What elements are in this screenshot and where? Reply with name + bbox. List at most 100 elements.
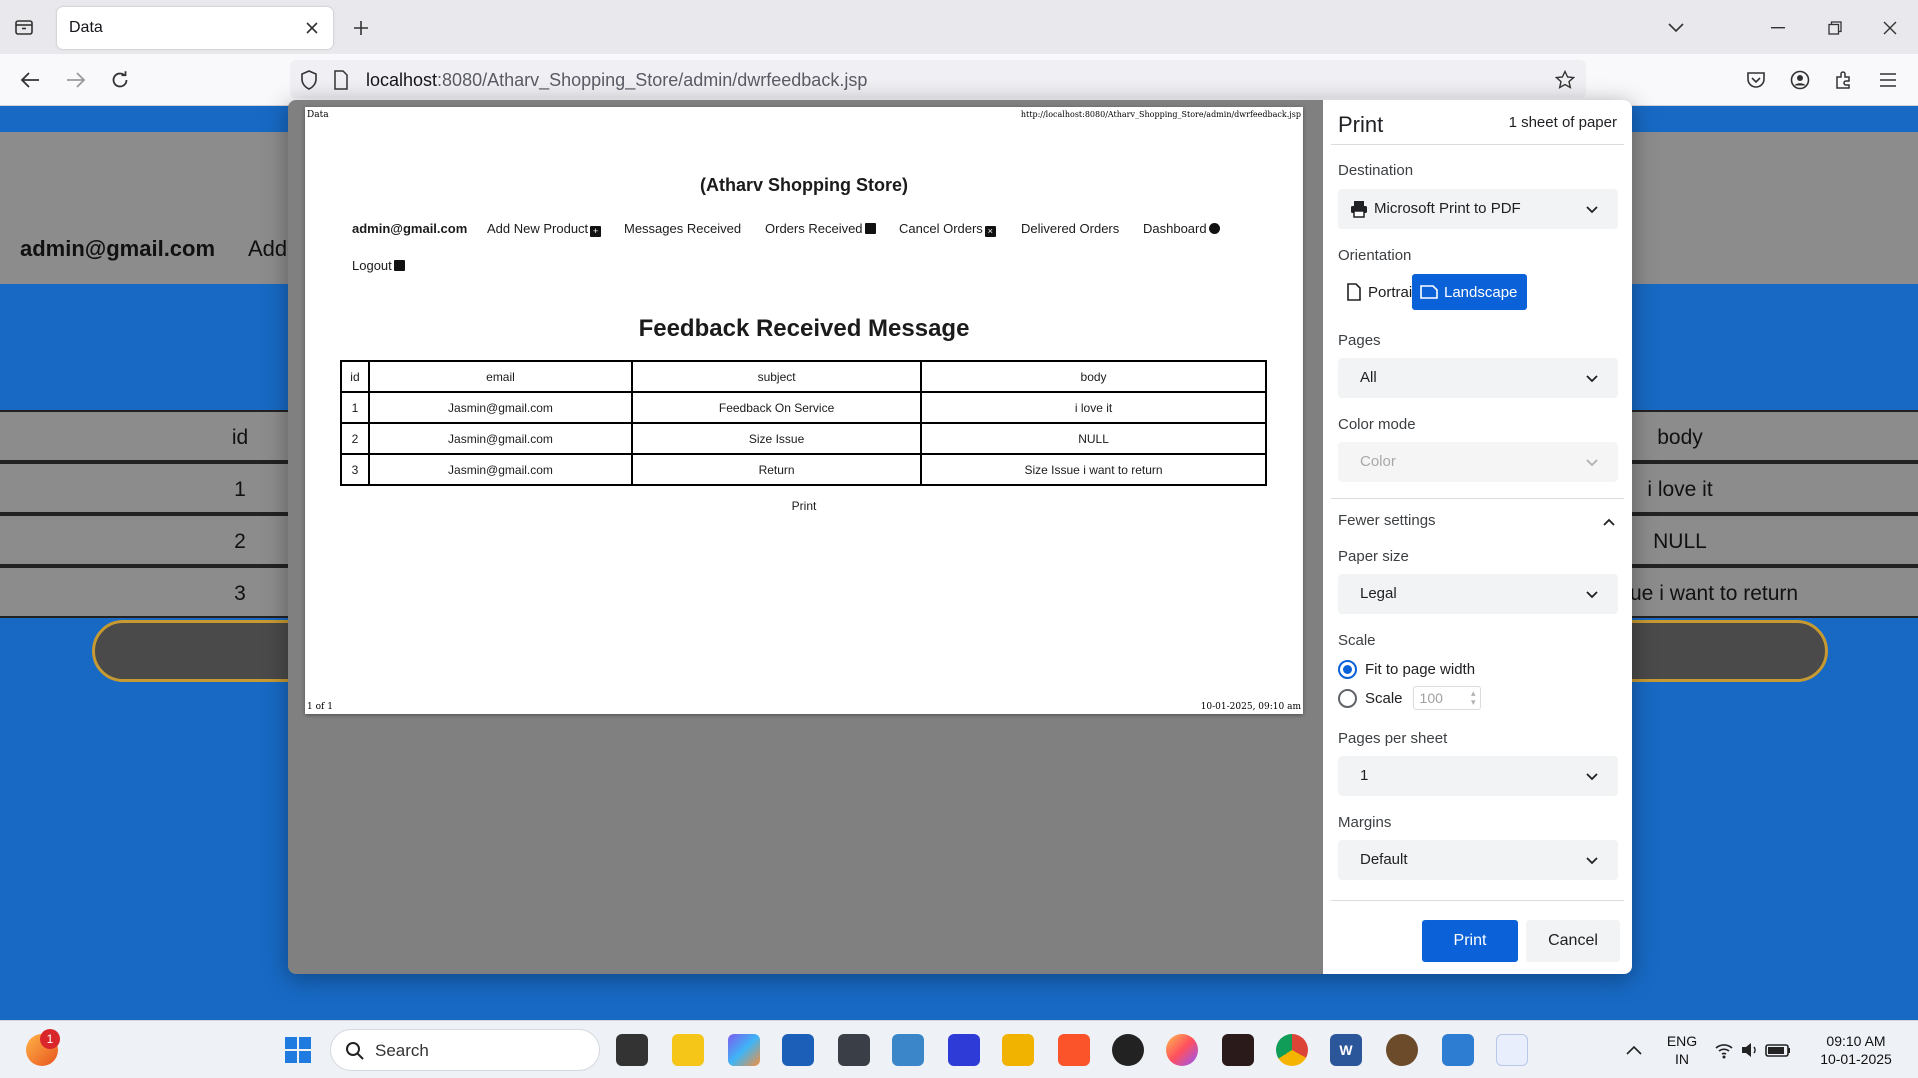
close-window-icon[interactable] xyxy=(1876,14,1904,42)
tab-overflow-chevron-icon[interactable] xyxy=(1662,14,1690,42)
wifi-volume-battery-icon xyxy=(1715,1043,1790,1059)
address-bar[interactable]: localhost:8080/Atharv_Shopping_Store/adm… xyxy=(290,60,1586,98)
minimize-icon[interactable] xyxy=(1764,14,1792,42)
col-subject: subject xyxy=(631,360,923,393)
box-icon xyxy=(864,223,876,234)
scale-input-value: 100 xyxy=(1419,690,1443,706)
lang-line-2: IN xyxy=(1675,1051,1689,1067)
print-button[interactable]: Print xyxy=(1422,920,1518,962)
fewer-settings-label: Fewer settings xyxy=(1338,512,1436,529)
pages-per-sheet-value: 1 xyxy=(1360,767,1369,784)
restore-icon[interactable] xyxy=(1821,14,1849,42)
preview-nav-label: Add New Product xyxy=(487,221,589,236)
app-code-icon[interactable] xyxy=(948,1034,980,1066)
portrait-page-icon xyxy=(1347,283,1361,301)
word-icon[interactable]: W xyxy=(1330,1034,1362,1066)
preview-nav-add-product: Add New Product + xyxy=(487,221,602,237)
pages-label: Pages xyxy=(1338,332,1381,349)
radio-selected-icon xyxy=(1338,660,1357,679)
tab-title: Data xyxy=(69,19,103,36)
chevron-down-icon xyxy=(1586,857,1598,865)
system-tray-status[interactable] xyxy=(1714,1034,1794,1066)
notepad-icon[interactable] xyxy=(1442,1034,1474,1066)
preview-nav-cancel: Cancel Orders × xyxy=(899,221,996,237)
paper-size-select[interactable]: Legal xyxy=(1338,574,1618,614)
fit-to-width-option[interactable]: Fit to page width xyxy=(1338,660,1475,679)
scale-option-label: Scale xyxy=(1365,689,1403,707)
lang-line-1: ENG xyxy=(1666,1033,1698,1049)
show-hidden-icons-chevron-icon[interactable] xyxy=(1618,1034,1650,1066)
printer-icon xyxy=(1351,201,1367,218)
bg-col-id: id xyxy=(231,426,249,449)
gauge-icon xyxy=(1208,223,1220,234)
paper-size-value: Legal xyxy=(1360,585,1397,602)
cell-subject: Return xyxy=(631,453,923,486)
cell-subject: Size Issue xyxy=(631,422,923,455)
app-cube-icon[interactable] xyxy=(838,1034,870,1066)
margins-select[interactable]: Default xyxy=(1338,840,1618,880)
search-placeholder: Search xyxy=(375,1041,429,1060)
destination-value: Microsoft Print to PDF xyxy=(1374,200,1521,217)
col-id: id xyxy=(340,360,370,393)
scale-input[interactable]: 100 ▴ ▾ xyxy=(1412,686,1481,710)
windows-start-icon[interactable] xyxy=(282,1034,314,1066)
task-view-icon[interactable] xyxy=(616,1034,648,1066)
fewer-settings-toggle[interactable]: Fewer settings xyxy=(1323,508,1632,538)
chevron-down-icon xyxy=(1586,375,1598,383)
tab-list-icon[interactable] xyxy=(12,15,36,39)
pages-per-sheet-select[interactable]: 1 xyxy=(1338,756,1618,796)
preview-header-url: http://localhost:8080/Atharv_Shopping_St… xyxy=(1020,110,1301,119)
widgets-icon[interactable] xyxy=(672,1034,704,1066)
chevron-up-icon xyxy=(1603,518,1615,526)
reload-icon[interactable] xyxy=(106,66,134,94)
browser-tab[interactable]: Data xyxy=(57,7,333,49)
file-explorer-icon[interactable] xyxy=(1002,1034,1034,1066)
clock[interactable]: 09:10 AM 10-01-2025 xyxy=(1808,1032,1904,1068)
divider xyxy=(1331,144,1624,145)
destination-select[interactable]: Microsoft Print to PDF xyxy=(1338,189,1618,229)
valorant-icon[interactable] xyxy=(1222,1034,1254,1066)
cell-subject: Feedback On Service xyxy=(631,391,923,424)
new-tab-icon[interactable] xyxy=(348,15,374,41)
close-tab-icon[interactable] xyxy=(301,17,323,39)
feedback-table: id email subject body 1 Jasmin@gmail.com… xyxy=(340,360,1267,486)
extensions-icon[interactable] xyxy=(1830,66,1858,94)
feedback-heading: Feedback Received Message xyxy=(638,315,970,342)
language-indicator[interactable]: ENG IN xyxy=(1664,1032,1700,1068)
table-row: 3 Jasmin@gmail.com Return Size Issue i w… xyxy=(340,453,1267,486)
color-mode-value: Color xyxy=(1360,453,1396,470)
shield-icon[interactable] xyxy=(298,69,320,91)
col-body: body xyxy=(920,360,1267,393)
bookmark-star-icon[interactable] xyxy=(1554,69,1576,91)
menu-hamburger-icon[interactable] xyxy=(1874,66,1902,94)
back-arrow-icon[interactable] xyxy=(16,66,44,94)
custom-scale-option[interactable]: Scale 100 ▴ ▾ xyxy=(1338,686,1481,710)
copilot-icon[interactable] xyxy=(728,1034,760,1066)
game-app-icon[interactable] xyxy=(1386,1034,1418,1066)
brave-browser-icon[interactable] xyxy=(1058,1034,1090,1066)
bg-row-id: 1 xyxy=(234,478,246,501)
print-preview-page: Data http://localhost:8080/Atharv_Shoppi… xyxy=(305,107,1303,714)
taskbar-search-box[interactable]: Search xyxy=(330,1029,600,1071)
firefox-icon[interactable] xyxy=(1166,1034,1198,1066)
pocket-icon[interactable] xyxy=(1742,66,1770,94)
bg-row-body: ue i want to return xyxy=(1630,582,1799,605)
pages-value: All xyxy=(1360,369,1377,386)
pages-select[interactable]: All xyxy=(1338,358,1618,398)
windows-taskbar: 1 Search W ENG IN 09:10 AM 10-01-2025 xyxy=(0,1020,1918,1078)
bg-admin-email: admin@gmail.com xyxy=(20,236,216,261)
forward-arrow-icon[interactable] xyxy=(62,66,90,94)
notification-badge: 1 xyxy=(40,1029,60,1049)
store-icon[interactable] xyxy=(782,1034,814,1066)
page-info-icon[interactable] xyxy=(330,69,352,91)
url-path: :8080/Atharv_Shopping_Store/admin/dwrfee… xyxy=(437,70,868,90)
landscape-option[interactable]: Landscape xyxy=(1412,274,1528,310)
obs-icon[interactable] xyxy=(1112,1034,1144,1066)
account-icon[interactable] xyxy=(1786,66,1814,94)
app-window-icon[interactable] xyxy=(892,1034,924,1066)
preview-nav-label: Dashboard xyxy=(1143,221,1207,236)
chrome-icon[interactable] xyxy=(1276,1034,1308,1066)
cancel-button[interactable]: Cancel xyxy=(1526,920,1620,962)
snipping-tool-icon[interactable] xyxy=(1496,1034,1528,1066)
orientation-label: Orientation xyxy=(1338,247,1412,264)
